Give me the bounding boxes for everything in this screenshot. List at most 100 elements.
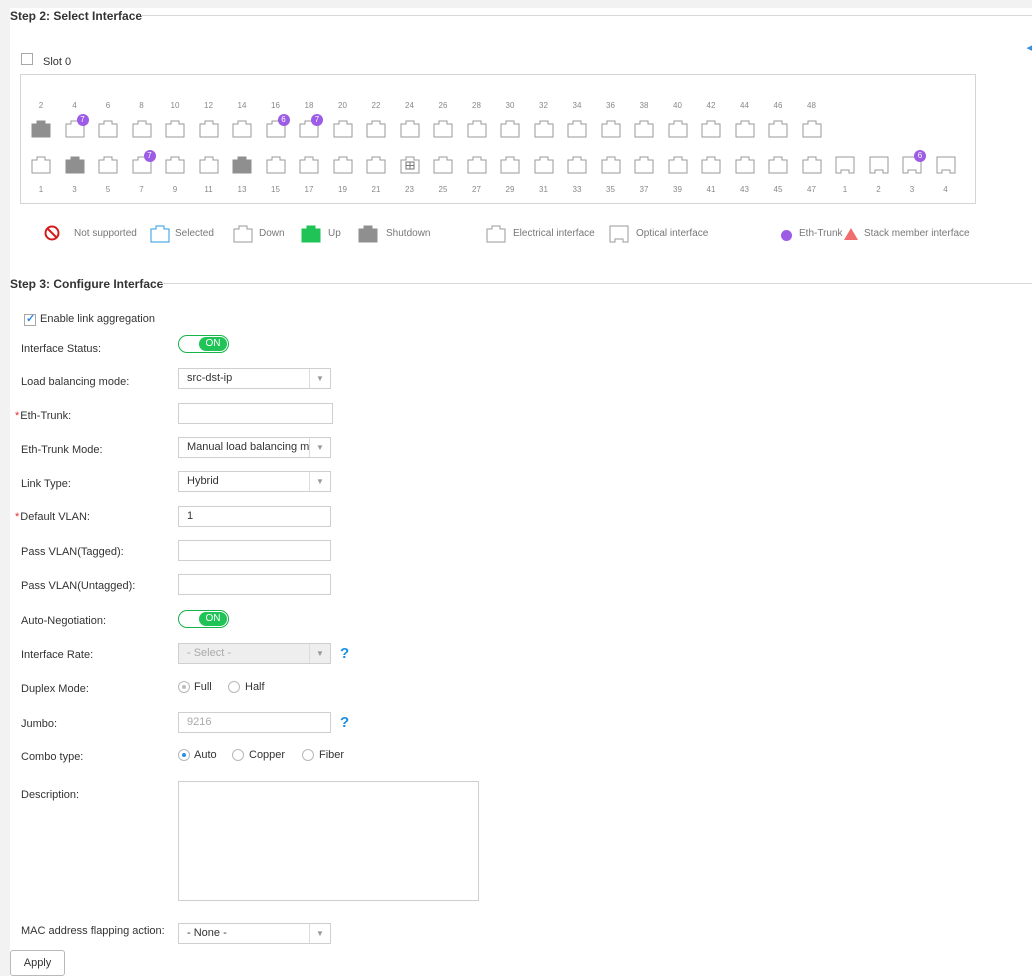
top-port[interactable]: [433, 120, 453, 138]
bottom-port[interactable]: [735, 156, 755, 174]
bottom-port[interactable]: [567, 156, 587, 174]
legend-stack-member: Stack member interface: [864, 228, 970, 239]
pass-vlan-tagged-input[interactable]: [178, 540, 331, 561]
top-port[interactable]: [132, 120, 152, 138]
bottom-port[interactable]: [701, 156, 721, 174]
bottom-port[interactable]: [299, 156, 319, 174]
port-number-label: 4: [72, 101, 77, 110]
bottom-port[interactable]: [601, 156, 621, 174]
combo-copper-radio[interactable]: [232, 749, 244, 761]
pass-vlan-untagged-input[interactable]: [178, 574, 331, 595]
bottom-port[interactable]: [366, 156, 386, 174]
enable-link-aggregation-checkbox[interactable]: ✓: [24, 313, 36, 326]
bottom-port[interactable]: [500, 156, 520, 174]
bottom-port[interactable]: [668, 156, 688, 174]
bottom-port[interactable]: [534, 156, 554, 174]
port-number-label: 9: [172, 185, 178, 194]
top-port[interactable]: [634, 120, 654, 138]
collapse-arrow-icon[interactable]: ◂: [1026, 41, 1032, 54]
jumbo-label: Jumbo:: [21, 718, 58, 730]
top-port[interactable]: [500, 120, 520, 138]
description-textarea[interactable]: [178, 781, 479, 901]
auto-negotiation-toggle[interactable]: ON: [178, 610, 229, 628]
top-port[interactable]: [601, 120, 621, 138]
top-port[interactable]: [802, 120, 822, 138]
top-port[interactable]: [366, 120, 386, 138]
port-number-label: 48: [807, 101, 816, 110]
eth-trunk-badge: 6: [914, 150, 926, 162]
port-number-label: 46: [773, 101, 783, 110]
interface-status-toggle[interactable]: ON: [178, 335, 229, 353]
chevron-down-icon: ▼: [309, 438, 330, 457]
jumbo-input[interactable]: 9216: [178, 712, 331, 733]
load-balancing-select[interactable]: src-dst-ip ▼: [178, 368, 331, 389]
port-number-label: 21: [371, 185, 381, 194]
top-port[interactable]: [333, 120, 353, 138]
slot0-checkbox[interactable]: [21, 53, 33, 65]
apply-button[interactable]: Apply: [10, 950, 65, 976]
mac-flapping-select[interactable]: - None - ▼: [178, 923, 331, 944]
top-port[interactable]: [199, 120, 219, 138]
bottom-port[interactable]: [936, 156, 956, 174]
top-port[interactable]: [567, 120, 587, 138]
combo-fiber-radio[interactable]: [302, 749, 314, 761]
bottom-port[interactable]: [232, 156, 252, 174]
link-type-label: Link Type:: [21, 478, 71, 490]
top-port[interactable]: [534, 120, 554, 138]
bottom-port[interactable]: [869, 156, 889, 174]
port-number-label: 43: [740, 185, 749, 194]
bottom-port[interactable]: [802, 156, 822, 174]
bottom-port[interactable]: [835, 156, 855, 174]
up-port-icon: [301, 225, 321, 243]
legend-selected: Selected: [175, 228, 214, 239]
bottom-port[interactable]: [433, 156, 453, 174]
interface-rate-select[interactable]: - Select - ▼: [178, 643, 331, 664]
eth-trunk-mode-value: Manual load balancing m: [187, 441, 309, 453]
bottom-port[interactable]: [98, 156, 118, 174]
eth-trunk-input[interactable]: [178, 403, 333, 424]
bottom-port[interactable]: [266, 156, 286, 174]
port-number-label: 31: [539, 185, 548, 194]
port-number-label: 22: [371, 101, 381, 110]
bottom-port[interactable]: [165, 156, 185, 174]
bottom-port[interactable]: [467, 156, 487, 174]
bottom-port[interactable]: [199, 156, 219, 174]
combo-auto-radio[interactable]: [178, 749, 190, 761]
auto-negotiation-toggle-text: ON: [199, 612, 227, 626]
top-port[interactable]: [31, 120, 51, 138]
not-supported-icon: [44, 225, 60, 241]
top-port[interactable]: [735, 120, 755, 138]
top-port[interactable]: [768, 120, 788, 138]
default-vlan-input[interactable]: 1: [178, 506, 331, 527]
duplex-half-radio[interactable]: [228, 681, 240, 693]
step2-divider: [141, 15, 1032, 16]
port-number-label: 23: [405, 185, 414, 194]
bottom-port[interactable]: [768, 156, 788, 174]
interface-status-label: Interface Status:: [21, 343, 102, 355]
top-port[interactable]: [232, 120, 252, 138]
top-port[interactable]: [165, 120, 185, 138]
top-port[interactable]: [98, 120, 118, 138]
jumbo-help-icon[interactable]: ?: [340, 714, 349, 731]
top-port[interactable]: [701, 120, 721, 138]
down-port-icon: [233, 225, 253, 243]
port-number-label: 16: [271, 101, 280, 110]
port-number-label: 15: [271, 185, 280, 194]
shutdown-port-icon: [358, 225, 378, 243]
bottom-port[interactable]: [31, 156, 51, 174]
top-port[interactable]: [668, 120, 688, 138]
duplex-full-radio[interactable]: [178, 681, 190, 693]
top-port[interactable]: [467, 120, 487, 138]
bottom-port[interactable]: [333, 156, 353, 174]
load-balancing-value: src-dst-ip: [187, 372, 233, 384]
top-port[interactable]: [400, 120, 420, 138]
mac-flapping-value: - None -: [187, 927, 227, 939]
bottom-port[interactable]: [400, 156, 420, 174]
bottom-port[interactable]: [65, 156, 85, 174]
bottom-port[interactable]: [634, 156, 654, 174]
interface-rate-help-icon[interactable]: ?: [340, 645, 349, 662]
link-type-select[interactable]: Hybrid ▼: [178, 471, 331, 492]
eth-trunk-mode-select[interactable]: Manual load balancing m ▼: [178, 437, 331, 458]
eth-trunk-mode-label: Eth-Trunk Mode:: [21, 444, 103, 456]
port-number-label: 26: [438, 101, 448, 110]
